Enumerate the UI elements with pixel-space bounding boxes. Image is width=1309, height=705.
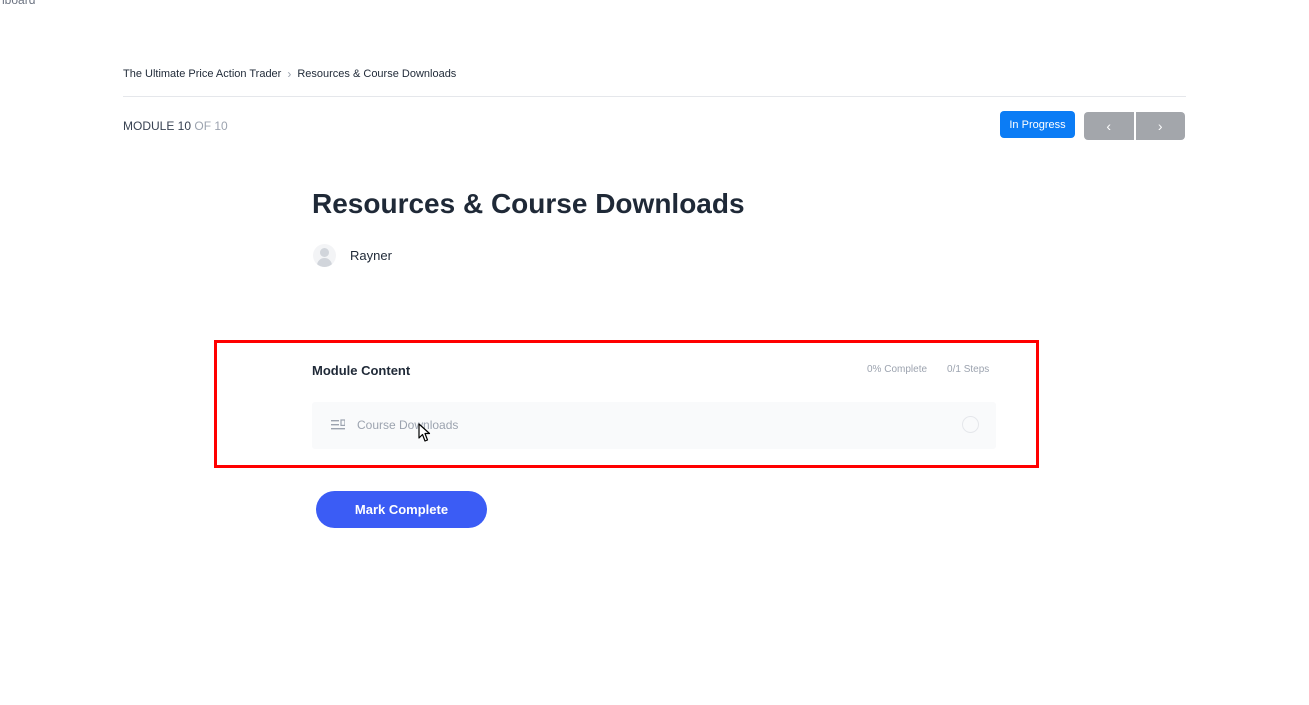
- next-module-button[interactable]: ›: [1133, 112, 1186, 140]
- module-content-heading: Module Content: [312, 363, 411, 378]
- status-button[interactable]: In Progress: [1000, 111, 1075, 138]
- module-counter: MODULE 10 OF 10: [123, 119, 228, 133]
- module-total: OF 10: [194, 119, 228, 133]
- chevron-left-icon: ‹: [1106, 118, 1112, 134]
- avatar: [313, 244, 336, 267]
- module-number: MODULE 10: [123, 119, 192, 133]
- step-label: Course Downloads: [357, 418, 459, 432]
- breadcrumb: The Ultimate Price Action Trader › Resou…: [123, 67, 456, 81]
- breadcrumb-course-link[interactable]: The Ultimate Price Action Trader: [123, 68, 281, 80]
- dashboard-link-fragment[interactable]: nboard: [0, 0, 35, 7]
- mark-complete-button[interactable]: Mark Complete: [316, 491, 487, 528]
- header-divider: [123, 96, 1186, 97]
- step-row-course-downloads[interactable]: Course Downloads: [312, 402, 996, 449]
- step-status-circle: [962, 416, 979, 433]
- mouse-cursor-icon: [418, 423, 431, 442]
- previous-module-button[interactable]: ‹: [1084, 112, 1134, 140]
- breadcrumb-current: Resources & Course Downloads: [297, 68, 457, 80]
- module-navigation: ‹ ›: [1084, 112, 1185, 140]
- author-name: Rayner: [350, 248, 392, 263]
- page-title: Resources & Course Downloads: [312, 188, 745, 219]
- module-progress: 0% Complete 0/1 Steps: [867, 364, 989, 375]
- text-lines-icon: [331, 419, 345, 430]
- breadcrumb-separator: ›: [287, 67, 292, 81]
- steps-complete: 0/1 Steps: [947, 364, 990, 375]
- author-info: Rayner: [313, 244, 392, 267]
- chevron-right-icon: ›: [1157, 118, 1163, 134]
- percent-complete: 0% Complete: [867, 364, 928, 375]
